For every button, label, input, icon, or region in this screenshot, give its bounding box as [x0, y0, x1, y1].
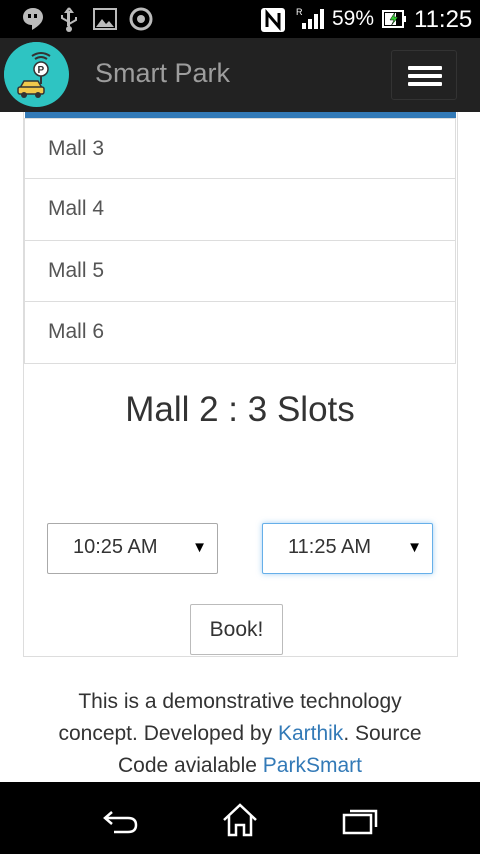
- battery-percent: 59%: [332, 7, 375, 30]
- book-button[interactable]: Book!: [190, 604, 283, 655]
- start-time-select[interactable]: 10:25 AM ▼: [47, 523, 218, 574]
- app-title: Smart Park: [95, 58, 231, 88]
- footer-text: This is a demonstrative technology conce…: [20, 686, 460, 782]
- end-time-select[interactable]: 11:25 AM ▼: [262, 523, 433, 574]
- battery-charging-icon: [382, 10, 406, 33]
- system-nav-bar: [0, 782, 480, 854]
- usb-icon: [58, 7, 80, 38]
- hamburger-menu-button[interactable]: [391, 50, 457, 100]
- start-time-value: 10:25 AM: [73, 536, 158, 558]
- footer-line-3-prefix: Code avialable: [118, 754, 263, 777]
- status-clock: 11:25: [414, 6, 473, 33]
- svg-text:R: R: [296, 7, 303, 17]
- footer-line-1: This is a demonstrative technology: [78, 690, 402, 713]
- list-item[interactable]: Mall 5: [24, 240, 456, 302]
- recent-apps-icon[interactable]: [340, 800, 380, 840]
- footer-line-3: Code avialable ParkSmart: [20, 750, 460, 782]
- hangouts-icon: [22, 7, 44, 36]
- nfc-icon: [260, 7, 286, 38]
- author-link[interactable]: Karthik: [278, 722, 343, 745]
- footer-line-2-prefix: concept. Developed by: [58, 722, 278, 745]
- svg-text:P: P: [38, 65, 45, 76]
- gallery-icon: [93, 7, 117, 36]
- home-icon[interactable]: [220, 800, 260, 840]
- mall-list: Mall 3 Mall 4 Mall 5 Mall 6: [24, 118, 456, 364]
- list-item[interactable]: Mall 3: [24, 118, 456, 179]
- list-item[interactable]: Mall 4: [24, 179, 456, 241]
- dropdown-caret-icon: ▼: [192, 539, 207, 556]
- back-icon[interactable]: [100, 800, 140, 840]
- app-bar: P Smart Park: [0, 38, 480, 112]
- footer-line-2-suffix: . Source: [343, 722, 422, 745]
- repo-link[interactable]: ParkSmart: [263, 754, 362, 777]
- list-item[interactable]: Mall 6: [24, 302, 456, 364]
- signal-icon: R: [296, 7, 324, 36]
- dropdown-caret-icon: ▼: [407, 539, 422, 556]
- footer-line-2: concept. Developed by Karthik. Source: [20, 718, 460, 750]
- parking-car-logo-icon[interactable]: P: [4, 42, 69, 107]
- slots-heading: Mall 2 : 3 Slots: [125, 390, 355, 429]
- end-time-value: 11:25 AM: [288, 536, 372, 558]
- chrome-icon: [129, 7, 153, 36]
- status-bar: R 59% 11:25: [0, 0, 480, 38]
